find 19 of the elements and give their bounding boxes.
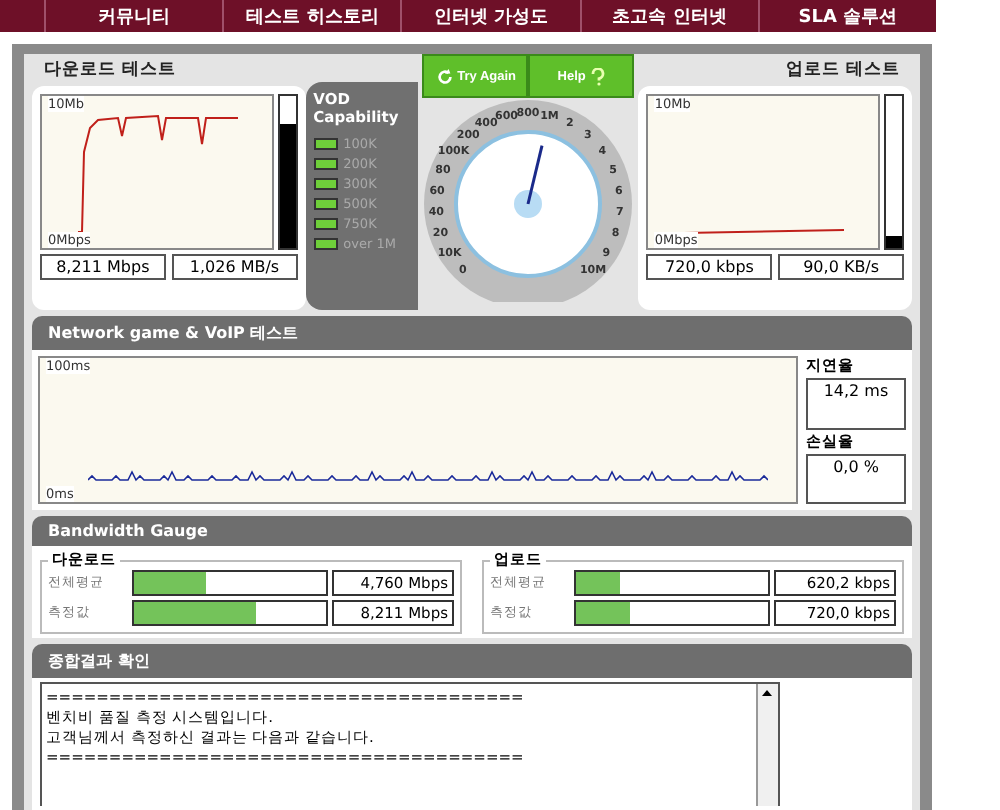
loss-value: 0,0 % xyxy=(806,453,906,504)
rate-value: 90,0 KB/s xyxy=(778,254,904,280)
section-title: 다운로드 테스트 xyxy=(42,58,178,84)
section-header: Bandwidth Gauge xyxy=(32,516,912,546)
nav-link[interactable]: SLA 솔루션 xyxy=(757,0,937,32)
section-header: 종합결과 확인 xyxy=(32,644,912,678)
latency-value: 14,2 ms xyxy=(806,378,906,429)
rate-value: 1,026 MB/s xyxy=(171,254,298,280)
speed-value: 8,211 Mbps xyxy=(40,254,166,280)
scrollbar[interactable] xyxy=(756,684,778,806)
nav-link[interactable]: 커뮤니티 xyxy=(44,0,223,32)
speed-value: 720,0 kbps xyxy=(646,254,773,280)
nav-link[interactable]: 초고속 인터넷 xyxy=(579,0,758,32)
section-header: Network game & VoIP 테스트 xyxy=(32,316,912,350)
nav-link[interactable]: 인터넷 가성도 xyxy=(400,0,580,32)
question-mark-icon xyxy=(589,67,606,85)
refresh-icon xyxy=(435,67,454,85)
nav-link[interactable]: 테스트 히스토리 xyxy=(222,0,401,32)
section-title: 업로드 테스트 xyxy=(784,58,902,84)
